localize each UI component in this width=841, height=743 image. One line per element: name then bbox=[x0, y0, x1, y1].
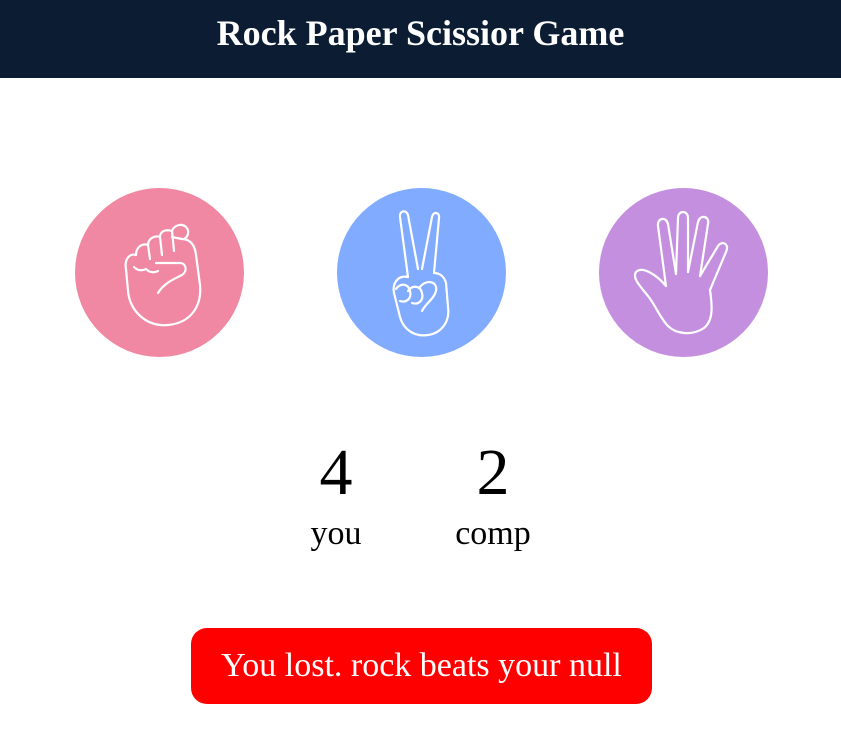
rock-choice-button[interactable] bbox=[75, 188, 244, 357]
user-score: 4 you bbox=[276, 438, 396, 554]
computer-score: 2 comp bbox=[433, 438, 553, 554]
rock-fist-icon bbox=[124, 223, 201, 326]
computer-score-label: comp bbox=[455, 515, 531, 552]
user-score-value: 4 bbox=[319, 436, 353, 509]
user-score-label: you bbox=[310, 515, 362, 552]
paper-hand-icon bbox=[633, 210, 728, 334]
result-message: You lost. rock beats your null bbox=[191, 628, 652, 704]
result-message-text: You lost. rock beats your null bbox=[221, 647, 622, 684]
computer-score-value: 2 bbox=[476, 436, 510, 509]
scissors-hand-icon bbox=[392, 209, 449, 336]
page-title: Rock Paper Scissior Game bbox=[216, 13, 625, 53]
paper-choice-button[interactable] bbox=[599, 188, 768, 357]
app-header: Rock Paper Scissior Game bbox=[0, 0, 841, 78]
scissors-choice-button[interactable] bbox=[337, 188, 506, 357]
